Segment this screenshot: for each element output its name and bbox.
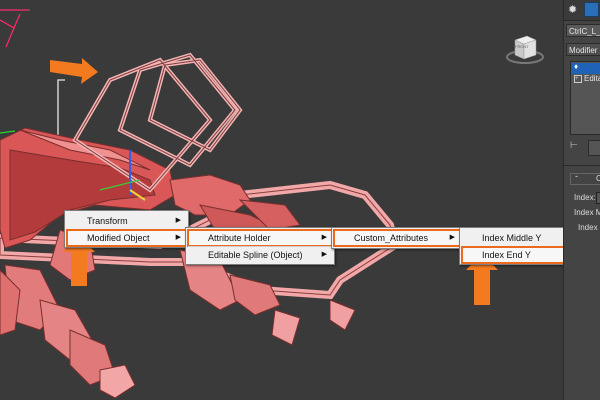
- menu-item-index-middle-y[interactable]: Index Middle Y: [462, 230, 563, 246]
- menu-item-label: Editable Spline (Object): [208, 250, 303, 260]
- menu-item-modified-object[interactable]: Modified Object ▶: [66, 229, 187, 247]
- scene-geometry: [0, 9, 498, 399]
- quad-menu-level2: Attribute Holder ▶ Editable Spline (Obje…: [185, 227, 335, 265]
- menu-item-label: Custom_Attributes: [354, 233, 429, 243]
- sun-icon[interactable]: ✹: [568, 3, 577, 16]
- menu-item-attribute-holder[interactable]: Attribute Holder ▶: [187, 229, 333, 247]
- helper-lines: [0, 9, 30, 48]
- viewcube[interactable]: FRONT: [505, 28, 545, 68]
- submenu-arrow-icon: ▶: [175, 234, 181, 241]
- rollout-header[interactable]: - C: [570, 171, 600, 185]
- light-bulb-icon: ♦: [574, 62, 579, 71]
- stack-item-label: Edita: [584, 74, 600, 83]
- menu-item-label: Modified Object: [87, 233, 150, 243]
- rollout-divider: [564, 165, 600, 166]
- modifier-list-dropdown[interactable]: Modifier: [566, 43, 600, 56]
- submenu-arrow-icon: ▶: [321, 251, 327, 258]
- menu-item-label: Attribute Holder: [208, 233, 271, 243]
- expand-icon: +: [574, 75, 582, 83]
- param-label-index-middle: Index M: [574, 208, 600, 217]
- collapse-icon: -: [575, 171, 578, 181]
- command-panel: ✹ CtrlC_L_ Modifier ♦ + Edita ⊢ - C Inde…: [563, 0, 600, 400]
- menu-item-custom-attributes[interactable]: Custom_Attributes ▶: [333, 229, 461, 247]
- menu-item-label: Index End Y: [482, 250, 531, 260]
- param-label-index: Index:: [574, 193, 596, 202]
- quad-menu-level3: Custom_Attributes ▶: [331, 227, 463, 249]
- panel-tabs: ✹: [564, 0, 600, 21]
- submenu-arrow-icon: ▶: [449, 234, 455, 241]
- modifier-stack[interactable]: ♦ + Edita: [570, 61, 600, 135]
- menu-item-editable-spline[interactable]: Editable Spline (Object) ▶: [188, 247, 332, 263]
- menu-item-label: Index Middle Y: [482, 233, 542, 243]
- quad-menu-level4: Index Middle Y Index End Y: [459, 227, 563, 265]
- modify-tab-icon[interactable]: [584, 2, 599, 17]
- bracket-gizmo: [57, 79, 65, 139]
- submenu-arrow-icon: ▶: [321, 234, 327, 241]
- stack-item-selected[interactable]: ♦: [572, 62, 600, 74]
- viewport[interactable]: FRONT Transform ▶ Modified Object ▶ Attr…: [0, 0, 563, 400]
- pin-stack-icon[interactable]: ⊢: [570, 140, 584, 154]
- rollout-title: C: [596, 174, 600, 183]
- menu-item-label: Transform: [87, 216, 128, 226]
- param-label-index-end: Index: [578, 223, 598, 232]
- object-name-field[interactable]: CtrlC_L_: [566, 24, 600, 37]
- stack-tool-button[interactable]: [588, 140, 600, 156]
- viewcube-label: FRONT: [515, 44, 529, 49]
- stack-item-editable[interactable]: + Edita: [572, 74, 600, 85]
- param-spinner-index[interactable]: [596, 192, 600, 204]
- quad-menu-level1: Transform ▶ Modified Object ▶: [64, 210, 189, 248]
- menu-item-index-end-y[interactable]: Index End Y: [461, 246, 563, 264]
- menu-item-transform[interactable]: Transform ▶: [67, 213, 186, 229]
- arrow-pointer-top: [50, 58, 98, 84]
- submenu-arrow-icon: ▶: [175, 217, 181, 224]
